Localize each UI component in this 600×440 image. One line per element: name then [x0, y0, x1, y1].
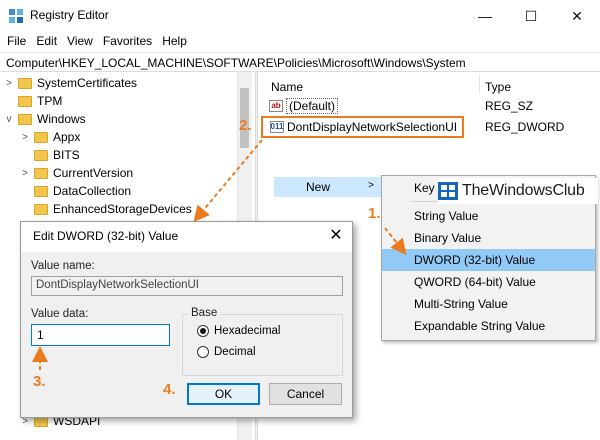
value-data-label: Value data: — [31, 308, 89, 320]
chevron-right-icon[interactable]: > — [4, 78, 14, 89]
value-row-dontdisplaynetworkselectionui[interactable]: 011 DontDisplayNetworkSelectionUI — [270, 118, 457, 136]
value-name-field: DontDisplayNetworkSelectionUI — [31, 276, 343, 296]
submenu-qword-value[interactable]: QWORD (64-bit) Value — [382, 271, 595, 293]
tree-item-datacollection[interactable]: DataCollection — [20, 182, 131, 200]
tree-item-tpm[interactable]: TPM — [4, 92, 62, 110]
chevron-right-icon: > — [368, 180, 374, 191]
folder-icon — [18, 77, 32, 89]
tree-item-label: EnhancedStorageDevices — [53, 202, 192, 216]
menu-view[interactable]: View — [62, 34, 98, 48]
tree-item-label: DataCollection — [53, 184, 132, 198]
folder-open-icon — [18, 113, 32, 125]
base-group — [182, 314, 343, 376]
value-row-default[interactable]: ab (Default) — [269, 97, 339, 115]
step-label-4: 4. — [163, 381, 176, 398]
watermark: TheWindowsClub — [438, 178, 598, 204]
radio-hexadecimal[interactable]: Hexadecimal — [197, 325, 280, 337]
cancel-button[interactable]: Cancel — [269, 383, 342, 405]
value-data-input[interactable]: 1 — [31, 324, 170, 346]
radio-label: Hexadecimal — [214, 325, 281, 337]
tree-item-systemcertificates[interactable]: > SystemCertificates — [4, 74, 137, 92]
tree-item-label: Windows — [37, 112, 86, 126]
menu-edit[interactable]: Edit — [31, 34, 62, 48]
watermark-text: TheWindowsClub — [462, 182, 585, 199]
radio-unselected-icon[interactable] — [197, 346, 209, 358]
step-label-1: 1. — [368, 205, 381, 222]
column-header-name[interactable]: Name — [271, 80, 303, 94]
folder-icon — [34, 149, 48, 161]
folder-icon — [18, 95, 32, 107]
folder-icon — [34, 131, 48, 143]
tree-item-currentversion[interactable]: > CurrentVersion — [20, 164, 133, 182]
radio-selected-icon[interactable] — [197, 325, 209, 337]
tree-item-label: Appx — [53, 130, 81, 144]
context-menu-new[interactable]: New > — [274, 177, 382, 197]
value-name: DontDisplayNetworkSelectionUI — [287, 120, 458, 134]
maximize-button[interactable]: ☐ — [508, 0, 554, 32]
submenu-binary-value[interactable]: Binary Value — [382, 227, 595, 249]
title-bar: Registry Editor — ☐ ✕ — [0, 0, 600, 32]
radio-label: Decimal — [214, 346, 256, 358]
window-title: Registry Editor — [30, 8, 109, 22]
tree-item-enhancedstoragedevices[interactable]: EnhancedStorageDevices — [20, 200, 192, 218]
address-bar[interactable]: Computer\HKEY_LOCAL_MACHINE\SOFTWARE\Pol… — [0, 52, 600, 72]
menu-favorites[interactable]: Favorites — [98, 34, 157, 48]
tree-item-label: TPM — [37, 94, 63, 108]
folder-icon — [34, 167, 48, 179]
value-name: (Default) — [286, 98, 339, 114]
submenu-expandable-string-value[interactable]: Expandable String Value — [382, 315, 595, 337]
windows-club-logo-icon — [438, 182, 458, 200]
dialog-close-button[interactable]: ✕ — [324, 225, 348, 245]
context-menu-new-label: New — [306, 180, 331, 194]
minimize-button[interactable]: — — [462, 0, 508, 32]
folder-icon — [34, 203, 48, 215]
tree-item-label: BITS — [53, 148, 80, 162]
dialog-body: Value name: DontDisplayNetworkSelectionU… — [21, 252, 352, 417]
chevron-right-icon[interactable]: > — [20, 168, 30, 179]
value-type: REG_DWORD — [485, 120, 565, 134]
chevron-down-icon[interactable]: v — [4, 114, 14, 125]
folder-icon — [34, 185, 48, 197]
tree-item-label: CurrentVersion — [53, 166, 134, 180]
step-label-3: 3. — [33, 373, 46, 390]
string-value-icon: ab — [269, 100, 283, 112]
value-name-label: Value name: — [31, 260, 95, 272]
close-button[interactable]: ✕ — [554, 0, 600, 32]
menu-bar: File Edit View Favorites Help — [0, 32, 600, 50]
tree-item-label: SystemCertificates — [37, 76, 138, 90]
value-type: REG_SZ — [485, 99, 534, 113]
dialog-title: Edit DWORD (32-bit) Value — [33, 229, 179, 243]
chevron-right-icon[interactable]: > — [20, 132, 30, 143]
submenu-dword-value[interactable]: DWORD (32-bit) Value — [382, 249, 595, 271]
registry-icon — [8, 8, 24, 24]
column-header-type[interactable]: Type — [485, 80, 511, 94]
menu-help[interactable]: Help — [157, 34, 192, 48]
ok-button[interactable]: OK — [187, 383, 260, 405]
tree-item-windows[interactable]: v Windows — [4, 110, 86, 128]
step-label-2: 2. — [239, 117, 252, 134]
tree-item-appx[interactable]: > Appx — [20, 128, 80, 146]
submenu-string-value[interactable]: String Value — [382, 205, 595, 227]
submenu-multi-string-value[interactable]: Multi-String Value — [382, 293, 595, 315]
menu-file[interactable]: File — [2, 34, 31, 48]
base-label: Base — [188, 307, 221, 319]
edit-dword-dialog: Edit DWORD (32-bit) Value ✕ Value name: … — [20, 221, 353, 418]
dword-value-icon: 011 — [270, 121, 284, 133]
radio-decimal[interactable]: Decimal — [197, 346, 256, 358]
column-separator[interactable] — [479, 74, 480, 94]
tree-item-bits[interactable]: BITS — [20, 146, 80, 164]
